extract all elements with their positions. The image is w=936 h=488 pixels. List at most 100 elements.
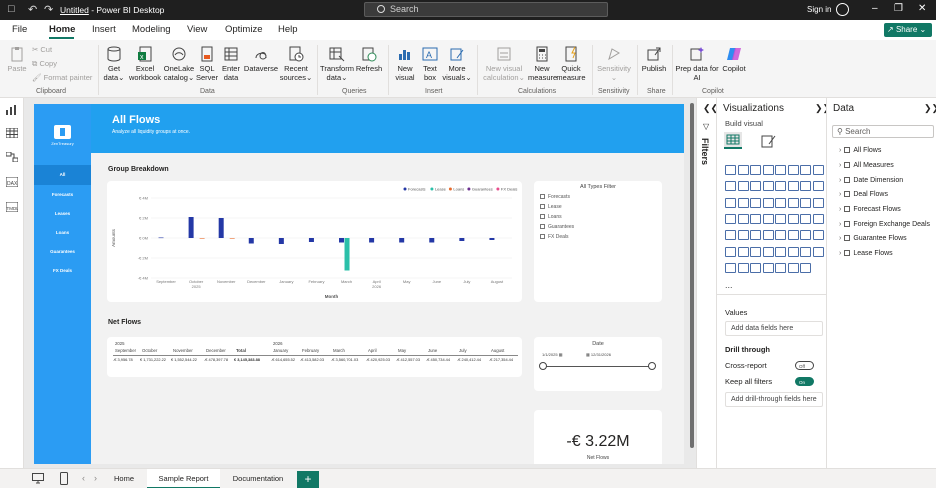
visual-type-icon[interactable] <box>787 165 799 175</box>
checkbox[interactable] <box>540 234 545 239</box>
visual-type-icon[interactable] <box>787 230 799 241</box>
new-measure-button[interactable]: New measure <box>528 46 557 82</box>
cut-button[interactable]: ✂ Cut <box>32 45 52 54</box>
visual-type-icon[interactable] <box>750 246 761 257</box>
save-icon[interactable]: □ <box>8 3 15 15</box>
visual-type-icon[interactable] <box>812 165 824 175</box>
tab-home[interactable]: Home <box>49 24 75 35</box>
visual-type-icon[interactable] <box>737 213 749 224</box>
drill-through-well[interactable]: Add drill-through fields here <box>725 392 823 407</box>
visual-type-icon[interactable] <box>750 197 761 208</box>
visual-type-icon[interactable] <box>725 197 736 208</box>
filter-item-lease[interactable]: Lease <box>540 204 562 210</box>
document-name[interactable]: Untitled <box>60 5 89 15</box>
visual-type-icon[interactable] <box>762 230 774 241</box>
tab-help[interactable]: Help <box>278 24 298 35</box>
visual-type-icon[interactable] <box>812 213 824 224</box>
desktop-layout-icon[interactable] <box>32 473 44 484</box>
data-table-deal-flows[interactable]: › Deal Flows <box>839 191 888 198</box>
publish-button[interactable]: Publish <box>640 46 668 74</box>
sql-server-button[interactable]: SQL Server <box>196 46 218 82</box>
visual-type-icon[interactable] <box>812 230 824 241</box>
visual-type-icon[interactable] <box>762 213 774 224</box>
nav-loans[interactable]: Loans <box>34 223 91 243</box>
calendar-icon[interactable]: ▦ <box>559 352 563 357</box>
checkbox[interactable] <box>540 224 545 229</box>
data-table-date-dimension[interactable]: › Date Dimension <box>839 177 903 184</box>
visual-type-icon[interactable] <box>750 213 761 224</box>
visual-type-icon[interactable] <box>737 165 749 175</box>
visual-type-icon[interactable] <box>750 165 761 175</box>
nav-all[interactable]: All <box>34 165 91 185</box>
visual-type-icon[interactable] <box>800 230 811 241</box>
visual-type-icon[interactable] <box>775 262 786 273</box>
filters-label[interactable]: Filters <box>700 138 710 165</box>
account-icon[interactable] <box>836 3 849 16</box>
page-tab-home[interactable]: Home <box>103 469 145 488</box>
format-visual-icon[interactable] <box>761 134 777 148</box>
nav-forecasts[interactable]: Forecasts <box>34 185 91 205</box>
data-table-lease-flows[interactable]: › Lease Flows <box>839 250 893 257</box>
tab-optimize[interactable]: Optimize <box>225 24 262 35</box>
canvas-scrollbar[interactable] <box>690 103 694 448</box>
mobile-layout-icon[interactable] <box>60 472 68 485</box>
paste-button[interactable]: Paste <box>6 46 28 74</box>
redo-icon[interactable]: ↷ <box>44 3 53 16</box>
visual-type-icon[interactable] <box>762 197 774 208</box>
model-view-icon[interactable] <box>6 152 18 162</box>
excel-workbook-button[interactable]: x Excel workbook <box>128 46 162 82</box>
visual-type-icon[interactable] <box>750 181 761 192</box>
next-page-icon[interactable]: › <box>94 473 97 483</box>
enter-data-button[interactable]: Enter data <box>220 46 242 82</box>
data-table-all-measures[interactable]: › All Measures <box>839 162 894 169</box>
visual-type-icon[interactable] <box>800 181 811 192</box>
copilot-button[interactable]: Copilot <box>719 46 749 74</box>
visual-type-icon[interactable] <box>812 197 824 208</box>
visual-type-icon[interactable] <box>737 181 749 192</box>
checkbox[interactable] <box>540 194 545 199</box>
visual-type-icon[interactable] <box>750 230 761 241</box>
checkbox[interactable] <box>540 214 545 219</box>
visual-type-icon[interactable] <box>800 213 811 224</box>
visual-type-icon[interactable] <box>725 181 736 192</box>
transform-data-button[interactable]: Transform data⌄ <box>320 46 354 82</box>
visual-type-icon[interactable] <box>762 165 774 175</box>
dataverse-button[interactable]: Dataverse <box>243 46 279 74</box>
visual-type-icon[interactable] <box>787 213 799 224</box>
visual-type-icon[interactable] <box>725 246 736 257</box>
visual-type-icon[interactable] <box>737 246 749 257</box>
prev-page-icon[interactable]: ‹ <box>82 473 85 483</box>
prep-data-for-ai-button[interactable]: Prep data for AI <box>675 46 719 82</box>
get-data-button[interactable]: Get data⌄ <box>103 46 125 82</box>
visual-type-icon[interactable] <box>812 246 824 257</box>
visual-type-icon[interactable] <box>762 262 774 273</box>
visual-type-icon[interactable] <box>762 246 774 257</box>
visual-type-icon[interactable] <box>800 246 811 257</box>
data-search-input[interactable]: ⚲ Search <box>832 125 934 138</box>
visual-type-icon[interactable] <box>775 181 786 192</box>
refresh-button[interactable]: Refresh <box>354 46 384 74</box>
visual-type-icon[interactable] <box>787 262 799 273</box>
group-breakdown-chart[interactable]: € 4M € 2M € 0M -€ 2M -€ 4M Amounts Month Foreca… <box>107 181 522 302</box>
visual-type-icon[interactable] <box>775 230 786 241</box>
visual-type-icon[interactable] <box>800 262 811 273</box>
visual-type-icon[interactable] <box>775 213 786 224</box>
visual-type-icon[interactable] <box>737 230 749 241</box>
filter-funnel-icon[interactable]: ▽ <box>703 122 709 131</box>
recent-sources-button[interactable]: Recent sources⌄ <box>279 46 313 82</box>
cross-report-toggle[interactable]: Off <box>795 361 814 370</box>
copy-button[interactable]: ⧉ Copy <box>32 59 57 69</box>
more-visuals-dots[interactable]: ... <box>725 280 733 290</box>
nav-guarantees[interactable]: Guarantees <box>34 242 91 262</box>
visual-type-icon[interactable] <box>787 246 799 257</box>
visual-type-icon[interactable] <box>812 181 824 192</box>
tmdl-view-icon[interactable]: TMDL <box>6 202 18 212</box>
data-table-foreign-exchange-deals[interactable]: › Foreign Exchange Deals <box>839 221 930 228</box>
table-view-icon[interactable] <box>6 128 18 138</box>
tab-file[interactable]: File <box>12 24 27 35</box>
dax-query-view-icon[interactable]: DAX <box>6 177 18 187</box>
quick-measure-button[interactable]: Quick measure <box>556 46 586 82</box>
net-flows-kpi-card[interactable]: -€ 3.22M Net Flows <box>534 410 662 464</box>
visual-type-icon[interactable] <box>775 197 786 208</box>
filter-item-fx-deals[interactable]: FX Deals <box>540 234 569 240</box>
